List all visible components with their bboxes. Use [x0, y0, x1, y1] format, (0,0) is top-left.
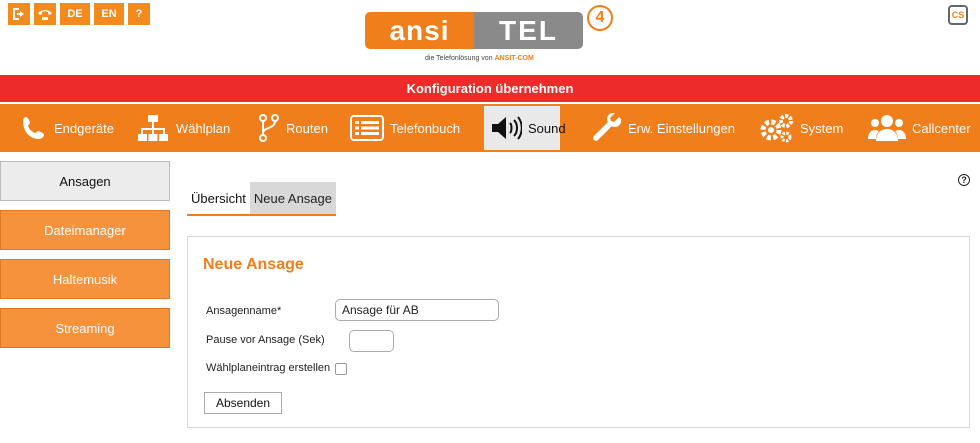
cs-icon[interactable]: CS — [948, 5, 968, 25]
dialplan-label: Wählplaneintrag erstellen — [206, 362, 331, 374]
main-nav: Endgeräte Wählplan Routen Telefonbuch So… — [0, 104, 980, 152]
nav-label: Wählplan — [176, 120, 231, 136]
apply-config-button[interactable]: Konfiguration übernehmen — [0, 75, 980, 102]
lang-en-button[interactable]: EN — [94, 3, 124, 25]
tab-bar: Übersicht Neue Ansage — [187, 182, 336, 216]
tab-uebersicht[interactable]: Übersicht — [187, 182, 250, 214]
nav-label: Routen — [286, 120, 328, 136]
nav-item-endgeraete[interactable]: Endgeräte — [14, 106, 120, 150]
sidebar: Ansagen Dateimanager Haltemusik Streamin… — [0, 161, 170, 357]
nav-item-system[interactable]: System — [752, 106, 849, 150]
nav-label: System — [800, 120, 844, 136]
sidebar-item-ansagen[interactable]: Ansagen — [0, 161, 170, 201]
lang-de-button[interactable]: DE — [60, 3, 90, 25]
nav-item-sound[interactable]: Sound — [484, 106, 566, 150]
gears-icon — [758, 113, 794, 143]
nav-item-routen[interactable]: Routen — [252, 106, 334, 150]
name-label: Ansagenname* — [206, 305, 282, 317]
logo-tagline-prefix: die Telefonlösung von — [425, 55, 493, 62]
logo-version-badge: 4 — [587, 5, 613, 31]
users-icon — [868, 113, 906, 143]
wrench-icon — [592, 113, 622, 143]
nav-item-telefonbuch[interactable]: Telefonbuch — [344, 106, 466, 150]
sitemap-icon — [136, 113, 170, 143]
logo-wordmark: ansi TEL — [365, 12, 583, 49]
logo-tagline: die Telefonlösung von ANSIT-COM — [425, 55, 534, 62]
nav-label: Erw. Einstellungen — [628, 120, 735, 136]
logout-icon[interactable] — [8, 3, 30, 25]
help-icon[interactable]: ? — [958, 174, 970, 186]
phone-hangup-icon[interactable] — [34, 3, 56, 25]
name-input[interactable]: Ansage für AB — [335, 299, 499, 321]
logo-tagline-brand: ANSIT-COM — [494, 55, 534, 62]
pause-label: Pause vor Ansage (Sek) — [206, 334, 325, 346]
nav-item-waehlplan[interactable]: Wählplan — [130, 106, 236, 150]
nav-label: Endgeräte — [54, 120, 114, 136]
nav-item-callcenter[interactable]: Callcenter — [862, 106, 977, 150]
sidebar-item-dateimanager[interactable]: Dateimanager — [0, 210, 170, 250]
list-icon — [350, 115, 384, 141]
help-button[interactable]: ? — [128, 3, 150, 25]
nav-label: Callcenter — [912, 120, 971, 136]
top-icon-bar: DE EN ? — [8, 3, 150, 25]
logo-left: ansi — [365, 12, 474, 49]
dialplan-checkbox[interactable] — [335, 363, 347, 375]
route-icon — [258, 113, 280, 143]
submit-button[interactable]: Absenden — [204, 392, 282, 414]
speaker-icon — [490, 115, 522, 141]
panel-title: Neue Ansage — [203, 256, 304, 273]
phone-icon — [20, 114, 48, 142]
nav-label: Telefonbuch — [390, 120, 461, 136]
nav-label: Sound — [528, 120, 566, 136]
pause-input[interactable] — [349, 330, 394, 352]
ansitel-logo: ansi TEL 4 die Telefonlösung von ANSIT-C… — [365, 3, 625, 69]
sidebar-item-haltemusik[interactable]: Haltemusik — [0, 259, 170, 299]
nav-item-erw-einstellungen[interactable]: Erw. Einstellungen — [586, 106, 741, 150]
logo-right: TEL — [474, 12, 583, 49]
new-announcement-panel: Neue Ansage Ansagenname* Ansage für AB P… — [187, 236, 970, 428]
sidebar-item-streaming[interactable]: Streaming — [0, 308, 170, 348]
tab-neue-ansage[interactable]: Neue Ansage — [249, 182, 336, 214]
